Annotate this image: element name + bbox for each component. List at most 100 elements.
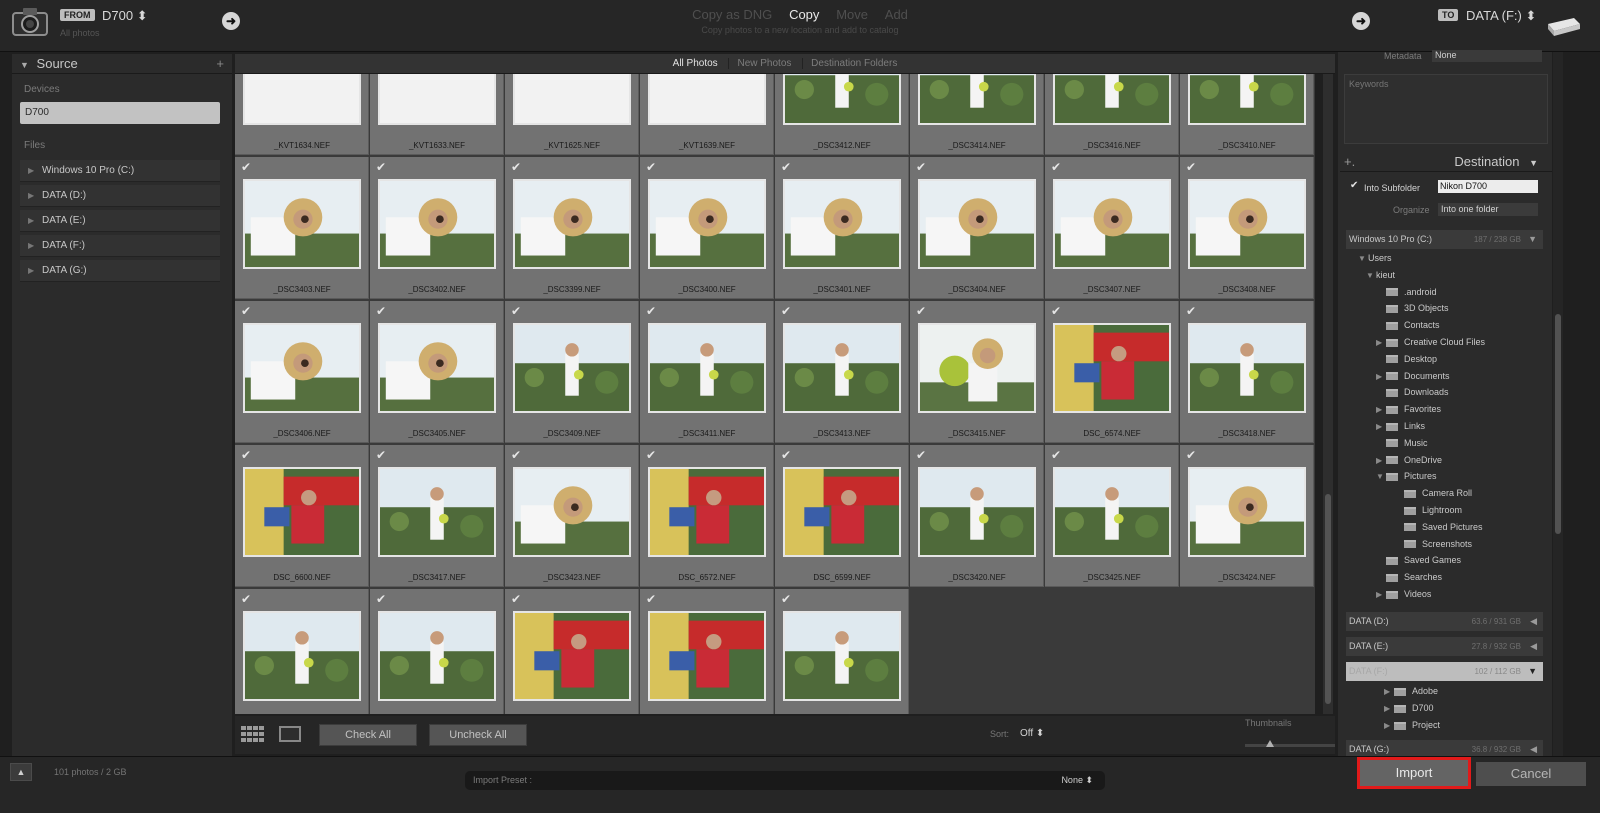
photo-thumbnail[interactable] xyxy=(1188,323,1306,413)
photo-cell[interactable]: ✔ DSC_6599.NEF xyxy=(775,445,909,587)
photo-thumbnail[interactable] xyxy=(1188,467,1306,557)
photo-checkbox[interactable]: ✔ xyxy=(646,592,656,606)
photo-checkbox[interactable]: ✔ xyxy=(511,160,521,174)
photo-checkbox[interactable]: ✔ xyxy=(1051,160,1061,174)
expand-triangle-icon[interactable]: ◀ xyxy=(1530,744,1537,755)
mode-copy[interactable]: Copy xyxy=(789,7,819,22)
photo-cell[interactable]: ✔_DSC3422.NEF xyxy=(235,589,369,714)
photo-cell[interactable]: ✔ _DSC3424.NEF xyxy=(1180,445,1314,587)
scrollbar-thumb[interactable] xyxy=(1555,314,1561,534)
photo-thumbnail[interactable] xyxy=(1053,179,1171,269)
folder-item[interactable]: ▶ Adobe xyxy=(1384,686,1438,696)
tab-destination-folders[interactable]: Destination Folders xyxy=(802,58,905,69)
photo-checkbox[interactable]: ✔ xyxy=(1186,304,1196,318)
add-icon[interactable]: +. xyxy=(1344,154,1355,169)
photo-thumbnail[interactable] xyxy=(1188,179,1306,269)
photo-thumbnail[interactable] xyxy=(378,611,496,701)
grid-scrollbar[interactable] xyxy=(1323,74,1333,714)
expand-triangle-icon[interactable]: ◀ xyxy=(1530,641,1537,652)
photo-thumbnail[interactable] xyxy=(648,323,766,413)
mode-move[interactable]: Move xyxy=(836,7,868,22)
dest-volume-f[interactable]: DATA (F:) 102 / 112 GB ▼ xyxy=(1346,662,1543,681)
folder-item[interactable]: Desktop xyxy=(1376,354,1437,364)
photo-cell[interactable]: ✔ DSC_6600.NEF xyxy=(235,445,369,587)
photo-cell[interactable]: ✔_DSC3419.NEF xyxy=(775,589,909,714)
photo-checkbox[interactable]: ✔ xyxy=(916,160,926,174)
add-icon[interactable]: + xyxy=(216,56,224,71)
photo-thumbnail[interactable] xyxy=(513,611,631,701)
folder-item[interactable]: 3D Objects xyxy=(1376,303,1449,313)
photo-cell[interactable]: ✔ _DSC3402.NEF xyxy=(370,157,504,299)
grid-view-icon[interactable] xyxy=(241,726,265,742)
scrollbar-thumb[interactable] xyxy=(1325,494,1331,704)
folder-item[interactable]: Downloads xyxy=(1376,387,1449,397)
folder-item[interactable]: ▼ Users xyxy=(1358,253,1392,263)
expand-triangle-icon[interactable]: ▶ xyxy=(1384,721,1394,730)
import-button[interactable]: Import xyxy=(1357,757,1471,789)
photo-thumbnail[interactable] xyxy=(1053,323,1171,413)
folder-item[interactable]: ▶ Project xyxy=(1384,720,1440,730)
import-preset-select[interactable]: None ⬍ xyxy=(1061,775,1093,786)
photo-thumbnail[interactable] xyxy=(783,74,901,125)
uncheck-all-button[interactable]: Uncheck All xyxy=(429,724,527,746)
photo-checkbox[interactable]: ✔ xyxy=(376,304,386,318)
photo-cell[interactable]: _KVT1625.NEF xyxy=(505,74,639,155)
photo-thumbnail[interactable] xyxy=(918,323,1036,413)
expand-triangle-icon[interactable]: ▼ xyxy=(1376,472,1386,481)
folder-item[interactable]: .android xyxy=(1376,287,1437,297)
expand-triangle-icon[interactable]: ▼ xyxy=(1358,254,1368,263)
sort-select[interactable]: Off ⬍ xyxy=(1020,728,1044,739)
photo-checkbox[interactable]: ✔ xyxy=(376,448,386,462)
photo-thumbnail[interactable] xyxy=(243,467,361,557)
expand-triangle-icon[interactable]: ▶ xyxy=(28,216,34,225)
photo-thumbnail[interactable] xyxy=(648,179,766,269)
photo-thumbnail[interactable] xyxy=(918,467,1036,557)
expand-triangle-icon[interactable]: ▶ xyxy=(28,191,34,200)
source-drive-d[interactable]: ▶ DATA (D:) xyxy=(20,185,220,207)
dest-volume-c[interactable]: Windows 10 Pro (C:) 187 / 238 GB ▼ xyxy=(1346,230,1543,249)
photo-cell[interactable]: ✔ _DSC3401.NEF xyxy=(775,157,909,299)
photo-thumbnail[interactable] xyxy=(648,467,766,557)
collapse-triangle-icon[interactable]: ▼ xyxy=(1528,234,1537,244)
tab-new-photos[interactable]: New Photos xyxy=(728,58,799,69)
folder-item[interactable]: Camera Roll xyxy=(1394,488,1472,498)
folder-item[interactable]: Searches xyxy=(1376,572,1442,582)
photo-thumbnail[interactable] xyxy=(513,323,631,413)
photo-checkbox[interactable]: ✔ xyxy=(511,448,521,462)
expand-triangle-icon[interactable]: ◀ xyxy=(1530,616,1537,627)
photo-thumbnail[interactable] xyxy=(918,179,1036,269)
photo-cell[interactable]: _KVT1634.NEF xyxy=(235,74,369,155)
dest-volume-d[interactable]: DATA (D:) 63.6 / 931 GB ◀ xyxy=(1346,612,1543,631)
photo-thumbnail[interactable] xyxy=(1188,74,1306,125)
photo-thumbnail[interactable] xyxy=(243,74,361,125)
folder-item[interactable]: ▶ Links xyxy=(1376,421,1425,431)
collapse-triangle-icon[interactable]: ▼ xyxy=(1528,666,1537,676)
photo-cell[interactable]: _DSC3414.NEF xyxy=(910,74,1044,155)
photo-cell[interactable]: ✔ DSC_6574.NEF xyxy=(1045,301,1179,443)
expand-triangle-icon[interactable]: ▶ xyxy=(1376,590,1386,599)
photo-checkbox[interactable]: ✔ xyxy=(511,304,521,318)
photo-checkbox[interactable]: ✔ xyxy=(241,304,251,318)
photo-thumbnail[interactable] xyxy=(783,611,901,701)
photo-checkbox[interactable]: ✔ xyxy=(646,304,656,318)
expand-triangle-icon[interactable]: ▶ xyxy=(1376,372,1386,381)
folder-item[interactable]: Contacts xyxy=(1376,320,1440,330)
photo-cell[interactable]: ✔ _DSC3406.NEF xyxy=(235,301,369,443)
expand-triangle-icon[interactable]: ▶ xyxy=(28,166,34,175)
photo-cell[interactable]: _KVT1639.NEF xyxy=(640,74,774,155)
photo-thumbnail[interactable] xyxy=(783,467,901,557)
collapse-triangle-icon[interactable]: ▼ xyxy=(20,60,29,70)
source-drive-f[interactable]: ▶ DATA (F:) xyxy=(20,235,220,257)
source-panel-header[interactable]: ▼ Source + xyxy=(12,54,232,74)
folder-item[interactable]: ▶ Videos xyxy=(1376,589,1431,599)
photo-thumbnail[interactable] xyxy=(513,467,631,557)
photo-cell[interactable]: ✔ _DSC3411.NEF xyxy=(640,301,774,443)
photo-thumbnail[interactable] xyxy=(243,323,361,413)
folder-item[interactable]: Music xyxy=(1376,438,1428,448)
folder-item[interactable]: ▶ Documents xyxy=(1376,371,1450,381)
expand-triangle-icon[interactable]: ▶ xyxy=(1376,338,1386,347)
folder-item[interactable]: ▶ Favorites xyxy=(1376,404,1441,414)
folder-item[interactable]: Lightroom xyxy=(1394,505,1462,515)
chevron-up-icon[interactable]: ▲ xyxy=(10,763,32,781)
thumbnail-size-slider[interactable] xyxy=(1245,744,1335,747)
